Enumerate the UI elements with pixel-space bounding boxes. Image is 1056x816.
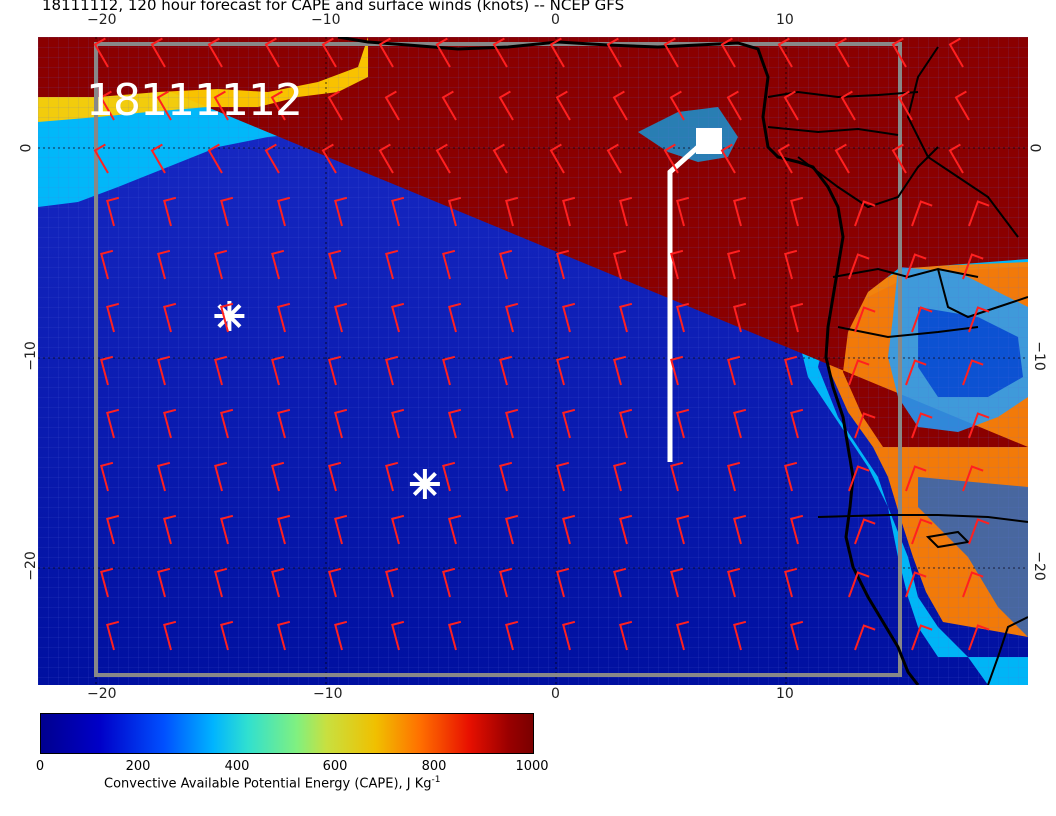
colorbar-tick-1000: 1000 [515, 759, 549, 774]
lat-tick-left-1: 0 [18, 143, 35, 153]
colorbar-label-text: Convective Available Potential Energy (C… [104, 776, 432, 792]
lon-tick-top-2: −10 [311, 12, 341, 28]
colorbar [40, 713, 534, 754]
star-marker-east [409, 469, 440, 499]
colorbar-tick-200: 200 [125, 759, 151, 774]
colorbar-label: Convective Available Potential Energy (C… [104, 775, 441, 791]
colorbar-tick-400: 400 [224, 759, 250, 774]
lat-tick-right-2: −10 [1030, 341, 1047, 371]
grid-overlay [38, 37, 1028, 685]
lat-tick-right-3: −20 [1030, 551, 1047, 581]
lon-tick-bottom-3: 0 [551, 686, 560, 702]
colorbar-label-sup: -1 [431, 775, 441, 785]
lon-tick-top-3: 0 [551, 12, 560, 28]
colorbar-tick-800: 800 [421, 759, 447, 774]
colorbar-tick-600: 600 [322, 759, 348, 774]
lon-tick-bottom-2: −10 [313, 686, 343, 702]
colorbar-tick-0: 0 [35, 759, 45, 774]
lon-tick-bottom-4: 10 [776, 686, 794, 702]
lon-tick-top-4: 10 [776, 12, 794, 28]
lon-tick-bottom-1: −20 [87, 686, 117, 702]
date-stamp: 18111112 [86, 75, 303, 126]
lat-tick-left-3: −20 [22, 551, 39, 581]
map-panel[interactable]: 18111112 [38, 37, 1028, 685]
lat-tick-right-1: 0 [1026, 143, 1043, 153]
lon-tick-top-1: −20 [87, 12, 117, 28]
lat-tick-left-2: −10 [22, 341, 39, 371]
map-svg [38, 37, 1028, 685]
trajectory-marker [696, 128, 722, 154]
